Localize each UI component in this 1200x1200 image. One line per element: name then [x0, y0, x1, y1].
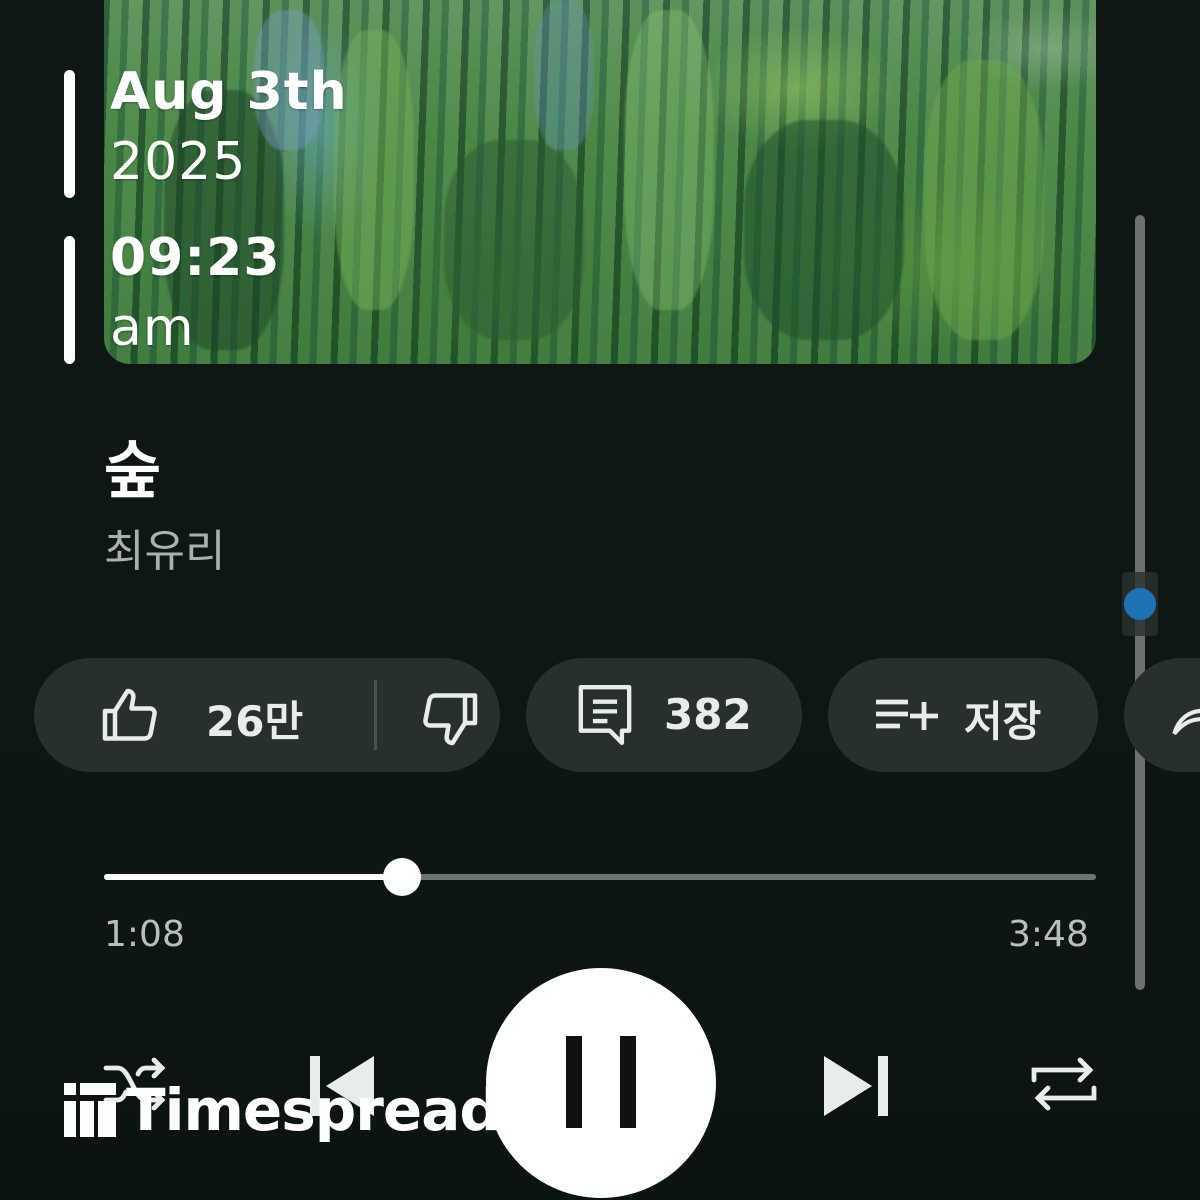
watermark-text: Timespread	[126, 1076, 501, 1144]
overlay-meridiem: am	[110, 298, 195, 358]
watermark-logo: Timespread	[64, 1076, 501, 1144]
save-button[interactable]: 저장	[828, 658, 1098, 772]
overlay-time: 09:23	[110, 228, 281, 288]
time-accent-bar	[64, 236, 75, 364]
playlist-add-icon	[876, 699, 938, 730]
overlay-date: Aug 3th	[110, 62, 348, 122]
total-duration: 3:48	[1008, 914, 1089, 955]
overlay-year: 2025	[110, 132, 247, 192]
progress-scrubber[interactable]	[382, 858, 421, 896]
save-label: 저장	[964, 697, 1042, 746]
date-accent-bar	[64, 70, 75, 198]
scroll-position-indicator[interactable]	[1124, 588, 1156, 620]
album-artwork	[104, 0, 1096, 364]
artist-name[interactable]: 최유리	[104, 515, 225, 579]
pause-button[interactable]	[486, 968, 716, 1198]
like-dislike-pill: 26만	[34, 658, 500, 772]
pause-icon	[566, 1036, 582, 1128]
comments-button[interactable]: 382	[526, 658, 802, 772]
thumbs-up-icon	[102, 688, 157, 741]
comment-icon	[578, 685, 632, 745]
like-button[interactable]: 26만	[34, 658, 334, 772]
music-player-screen: Aug 3th 2025 09:23 am 숲 최유리 26만 382 저장 1…	[0, 0, 1200, 1200]
skip-next-icon[interactable]	[820, 1052, 892, 1120]
pill-divider	[374, 680, 377, 750]
share-icon	[1172, 708, 1200, 735]
repeat-icon[interactable]	[1028, 1052, 1100, 1116]
dislike-button[interactable]	[378, 658, 500, 772]
comment-count: 382	[664, 690, 752, 739]
playback-progress-bar[interactable]	[104, 858, 1096, 896]
progress-fill	[104, 874, 402, 880]
elapsed-time: 1:08	[104, 914, 185, 955]
like-count: 26만	[206, 697, 304, 746]
song-title: 숲	[104, 434, 162, 507]
timespread-logo-icon	[64, 1083, 116, 1137]
pause-icon-bar	[620, 1036, 636, 1128]
thumbs-down-icon	[423, 693, 478, 746]
